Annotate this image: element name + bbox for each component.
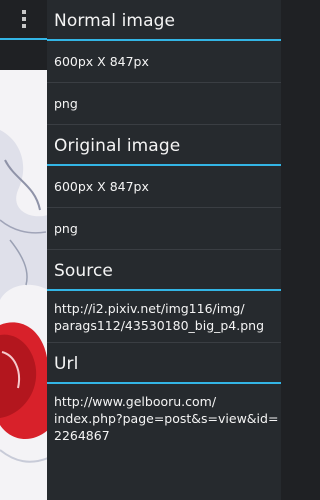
section-header-normal-image: Normal image xyxy=(47,0,281,41)
row-value: 600px X 847px xyxy=(54,54,149,69)
original-image-format[interactable]: png xyxy=(47,208,281,250)
row-value: png xyxy=(54,221,78,236)
url-link[interactable]: http://www.gelbooru.com/ index.php?page=… xyxy=(47,384,281,456)
normal-image-dimensions[interactable]: 600px X 847px xyxy=(47,41,281,83)
section-header-original-image: Original image xyxy=(47,125,281,166)
section-header-url: Url xyxy=(47,343,281,384)
overflow-menu-icon[interactable] xyxy=(17,10,31,28)
normal-image-format[interactable]: png xyxy=(47,83,281,125)
row-value: png xyxy=(54,96,78,111)
row-value: http://www.gelbooru.com/ index.php?page=… xyxy=(54,394,279,443)
row-value: 600px X 847px xyxy=(54,179,149,194)
source-link[interactable]: http://i2.pixiv.net/img116/img/ parags11… xyxy=(47,291,281,343)
action-bar-left xyxy=(0,0,48,70)
section-header-source: Source xyxy=(47,250,281,291)
row-value: http://i2.pixiv.net/img116/img/ parags11… xyxy=(54,301,265,333)
original-image-dimensions[interactable]: 600px X 847px xyxy=(47,166,281,208)
artwork-illustration xyxy=(0,70,48,500)
accent-line xyxy=(0,38,48,40)
image-info-drawer: Normal image 600px X 847px png Original … xyxy=(47,0,281,500)
background-artwork[interactable] xyxy=(0,70,48,500)
screen: Normal image 600px X 847px png Original … xyxy=(0,0,281,500)
